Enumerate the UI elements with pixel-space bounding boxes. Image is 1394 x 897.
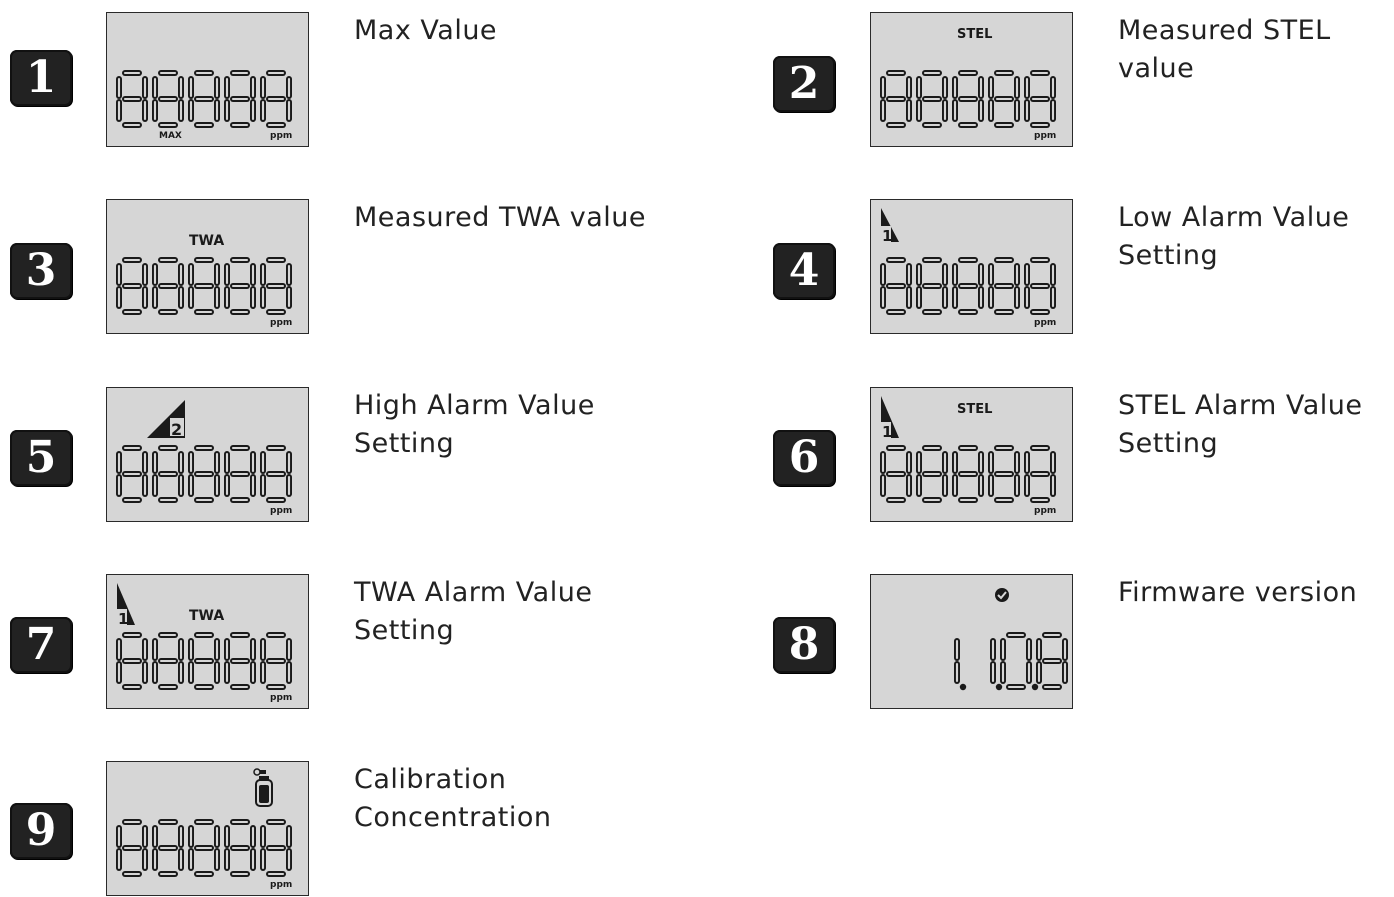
item-number-badge: 3 [10,243,72,299]
item-number-badge: 4 [773,243,835,299]
lcd-display-twa-alarm: 1 TWA ppm [106,574,309,709]
item-number-badge: 7 [10,617,72,673]
item-number-badge: 2 [773,56,835,112]
item-description: TWA Alarm Value Setting [354,577,593,646]
lcd-display-stel: STEL ppm [870,12,1073,147]
seven-segment-digits [880,445,1056,503]
lcd-display-firmware [870,574,1073,709]
item-number-badge: 1 [10,50,72,106]
seven-segment-digits [880,70,1056,128]
decimal-point [995,683,1003,691]
firmware-digits [954,632,1068,691]
item-description: Calibration Concentration [354,764,552,833]
item-description: Low Alarm Value Setting [1118,202,1350,271]
item-description: Measured TWA value [354,202,646,233]
item-number-badge: 6 [773,430,835,486]
item-description: Max Value [354,15,498,46]
seven-segment-digits [116,257,292,315]
seven-segment-digits [880,257,1056,315]
seven-segment-digits [116,70,292,128]
lcd-display-max: MAX ppm [106,12,309,147]
item-number-badge: 5 [10,430,72,486]
lcd-display-low-alarm: 1 ppm [870,199,1073,334]
item-number-badge: 9 [10,803,72,859]
item-description: Measured STEL value [1118,15,1331,84]
seven-segment-digits [116,445,292,503]
item-description: High Alarm Value Setting [354,390,595,459]
lcd-display-stel-alarm: 1 STEL ppm [870,387,1073,522]
item-number-badge: 8 [773,617,835,673]
item-description: STEL Alarm Value Setting [1118,390,1363,459]
item-description: Firmware version [1118,577,1358,608]
lcd-display-twa: TWA ppm [106,199,309,334]
decimal-point [959,683,967,691]
lcd-display-high-alarm: 2 ppm [106,387,309,522]
decimal-point [1031,683,1039,691]
seven-segment-digits [116,632,292,690]
lcd-display-calibration: ppm [106,761,309,896]
seven-segment-digits [116,819,292,877]
